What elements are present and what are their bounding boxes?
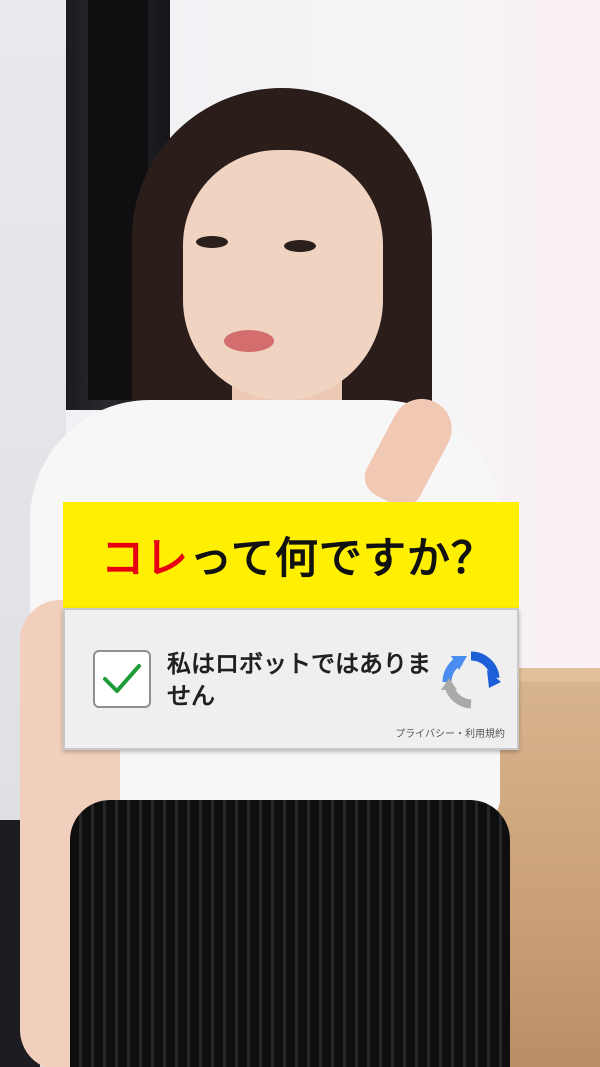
person-eye-right [284, 240, 316, 252]
captcha-checkbox[interactable] [93, 650, 151, 708]
person-face [183, 150, 383, 400]
caption-rest-text: って何ですか？ [189, 534, 495, 584]
recaptcha-logo-icon [439, 648, 503, 712]
caption-title: コレって何ですか？ [101, 524, 495, 586]
checkmark-icon [102, 662, 142, 696]
captcha-widget: 私はロボットではありません プライバシー・利用規約 [63, 608, 519, 750]
person-eye-left [196, 236, 228, 248]
captcha-label: 私はロボットではありません [167, 650, 431, 710]
captcha-footer[interactable]: プライバシー・利用規約 [395, 725, 505, 740]
person-skirt [70, 800, 510, 1067]
person-mouth [224, 330, 274, 352]
caption-accent-text: コレ [101, 534, 190, 584]
caption-banner: コレって何ですか？ [63, 502, 519, 608]
video-frame: コレって何ですか？ 私はロボットではありません プライバシー・利用規約 [0, 0, 600, 1067]
